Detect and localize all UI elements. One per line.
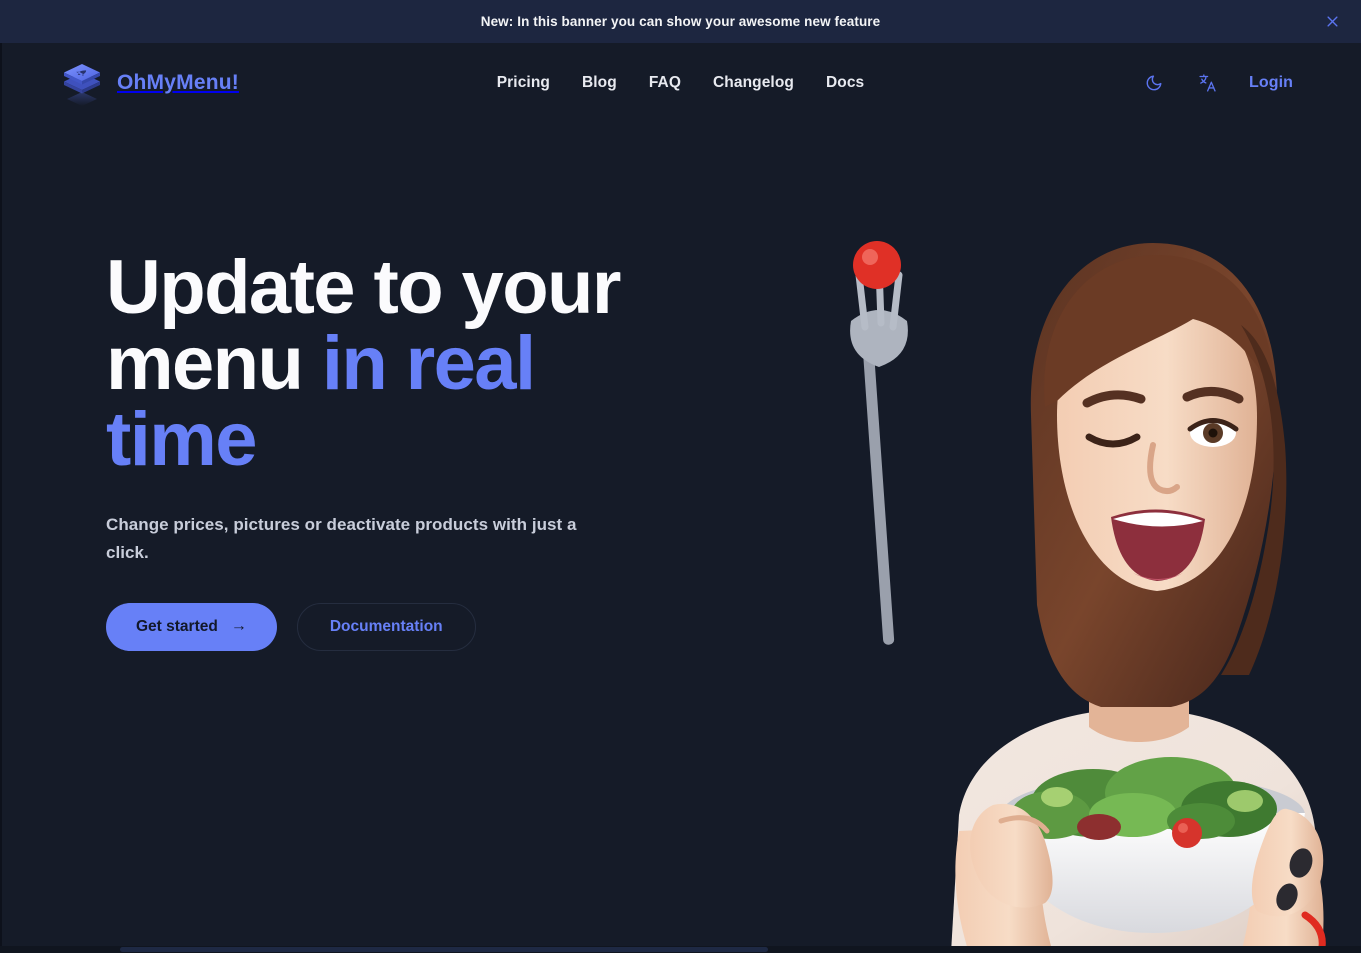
- announcement-banner: New: In this banner you can show your aw…: [0, 0, 1361, 43]
- documentation-button[interactable]: Documentation: [296, 603, 476, 652]
- nav-item-blog[interactable]: Blog: [582, 74, 617, 92]
- horizontal-scrollbar-thumb[interactable]: [120, 947, 768, 952]
- hero-subtitle: Change prices, pictures or deactivate pr…: [106, 515, 577, 562]
- landing-page: New: In this banner you can show your aw…: [0, 0, 1361, 953]
- site-header: OhMyMenu! Pricing Blog FAQ Changelog Doc…: [0, 43, 1361, 123]
- layers-rocket-logo-icon: [60, 59, 104, 107]
- hero-section: Update to your menu in real time Change …: [0, 123, 1361, 953]
- hero-copy: Update to your menu in real time Change …: [106, 250, 706, 652]
- vertical-scrollbar-edge[interactable]: [0, 43, 2, 953]
- nav-item-faq[interactable]: FAQ: [649, 74, 681, 92]
- announcement-banner-text: New: In this banner you can show your aw…: [480, 14, 881, 29]
- documentation-label: Documentation: [329, 618, 443, 636]
- moon-icon[interactable]: [1141, 70, 1167, 96]
- nav-item-pricing[interactable]: Pricing: [497, 74, 550, 92]
- login-link[interactable]: Login: [1249, 74, 1293, 92]
- header-actions: Login: [1141, 70, 1313, 96]
- nav-item-changelog[interactable]: Changelog: [713, 74, 794, 92]
- horizontal-scrollbar[interactable]: [0, 946, 1361, 953]
- get-started-label: Get started: [136, 618, 218, 636]
- close-icon[interactable]: [1319, 9, 1345, 35]
- get-started-button[interactable]: Get started →: [106, 603, 277, 652]
- hero-cta-group: Get started → Documentation: [106, 603, 706, 652]
- brand-logo-link[interactable]: OhMyMenu!: [60, 59, 239, 107]
- nav-item-docs[interactable]: Docs: [826, 74, 864, 92]
- hero-image: [701, 115, 1361, 953]
- arrow-right-icon: →: [230, 617, 247, 635]
- translate-icon[interactable]: [1195, 70, 1221, 96]
- page-title: Update to your menu in real time: [106, 250, 666, 478]
- brand-name: OhMyMenu!: [117, 71, 239, 94]
- primary-navigation: Pricing Blog FAQ Changelog Docs: [497, 74, 865, 92]
